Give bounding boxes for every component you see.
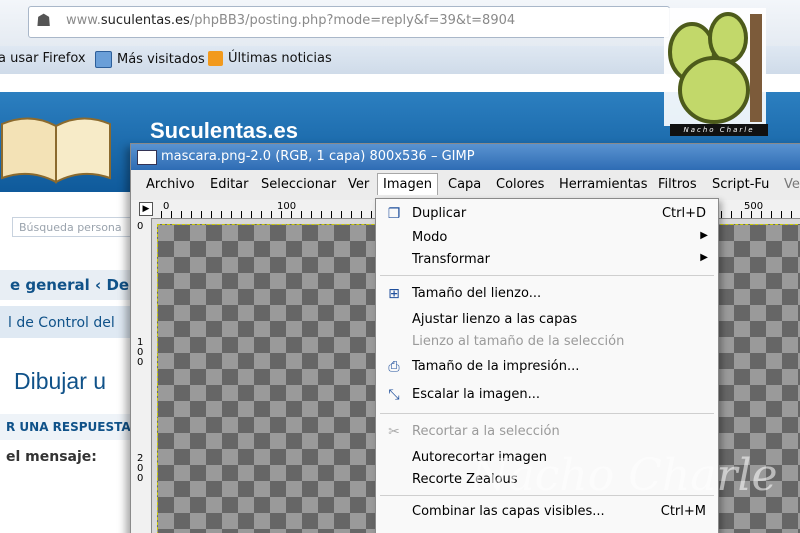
screenshot-root: ☗ www.suculentas.es/phpBB3/posting.php?m… bbox=[0, 0, 800, 533]
canvas-size-icon: ⊞ bbox=[388, 286, 400, 302]
site-favicon-icon: ☗ bbox=[36, 11, 52, 31]
submenu-arrow-icon: ▶ bbox=[700, 230, 708, 241]
menu-item-label: Lienzo al tamaño de la selección bbox=[412, 334, 625, 349]
ruler-label: 100 bbox=[277, 201, 297, 212]
menu-item-label: Combinar las capas visibles... bbox=[412, 504, 605, 519]
site-title[interactable]: Suculentas.es bbox=[150, 118, 298, 144]
menu-item-label: Tamaño de la impresión... bbox=[412, 359, 580, 374]
scale-image-icon: ⤡ bbox=[388, 387, 400, 403]
menu-editar[interactable]: Editar bbox=[210, 177, 249, 192]
menu-separator bbox=[380, 275, 714, 276]
rss-icon bbox=[208, 51, 223, 66]
menu-seleccionar[interactable]: Seleccionar bbox=[261, 177, 336, 192]
menu-capa[interactable]: Capa bbox=[448, 177, 481, 192]
bookmark-label: Más visitados bbox=[117, 52, 205, 67]
menu-ver[interactable]: Ver bbox=[348, 177, 369, 192]
menu-item-label: Transformar bbox=[412, 252, 490, 267]
site-control-panel-bar: l de Control del bbox=[0, 306, 130, 338]
post-reply-label: R UNA RESPUESTA bbox=[6, 420, 131, 434]
breadcrumb-link[interactable]: e general ‹ De bbox=[10, 276, 129, 294]
open-book-logo-icon bbox=[1, 117, 111, 184]
url-path: /phpBB3/posting.php?mode=reply&f=39&t=89… bbox=[189, 13, 516, 28]
logo-caption: Nacho Charle bbox=[670, 124, 768, 136]
message-label: el mensaje: bbox=[6, 449, 97, 465]
menu-separator bbox=[380, 413, 714, 414]
menu-herramientas[interactable]: Herramientas bbox=[559, 177, 648, 192]
watermark-text: Nacho Charle bbox=[470, 450, 778, 501]
print-size-icon: ⎙ bbox=[388, 359, 400, 375]
url-prefix: www. bbox=[66, 13, 101, 28]
topic-heading: Dibujar u bbox=[14, 368, 107, 394]
duplicate-icon: ❐ bbox=[387, 206, 401, 222]
menu-imagen[interactable]: Imagen bbox=[377, 173, 438, 195]
menu-item-shortcut: Ctrl+D bbox=[661, 206, 706, 221]
menu-item-label: Duplicar bbox=[412, 206, 467, 221]
bookmark-firefox[interactable]: a usar Firefox bbox=[0, 51, 86, 66]
menu-archivo[interactable]: Archivo bbox=[146, 177, 195, 192]
menu-item-ajustar-lienzo[interactable]: Ajustar lienzo a las capas bbox=[376, 309, 718, 331]
ruler-label: 0 bbox=[137, 221, 144, 232]
ruler-label: 1 0 0 bbox=[137, 337, 144, 368]
bookmark-label: a usar Firefox bbox=[0, 51, 86, 66]
ruler-label: 2 0 0 bbox=[137, 453, 144, 484]
menu-item-label: Modo bbox=[412, 230, 448, 245]
image-window-icon bbox=[137, 150, 157, 165]
site-search-input[interactable]: Búsqueda persona bbox=[12, 217, 132, 237]
url-domain: suculentas.es bbox=[100, 13, 190, 28]
gimp-menubar: Archivo Editar Seleccionar Ver Imagen Ca… bbox=[131, 170, 800, 201]
menu-item-label: Tamaño del lienzo... bbox=[412, 286, 542, 301]
gimp-titlebar[interactable]: mascara.png-2.0 (RGB, 1 capa) 800x536 – … bbox=[131, 144, 800, 170]
bookmark-most-visited[interactable]: Más visitados bbox=[95, 51, 205, 68]
menu-item-label: Recortar a la selección bbox=[412, 424, 560, 439]
menu-colores[interactable]: Colores bbox=[496, 177, 544, 192]
site-breadcrumb: e general ‹ De bbox=[0, 270, 130, 300]
menu-item-label: Escalar la imagen... bbox=[412, 387, 540, 402]
crop-icon: ✂ bbox=[388, 424, 400, 440]
menu-ventanas[interactable]: Ve bbox=[784, 177, 800, 192]
url-text[interactable]: www.suculentas.es/phpBB3/posting.php?mod… bbox=[66, 13, 515, 28]
submenu-arrow-icon: ▶ bbox=[700, 252, 708, 263]
menu-item-tamano-impresion[interactable]: ⎙ Tamaño de la impresión... bbox=[376, 356, 718, 378]
ruler-label: 500 bbox=[744, 201, 764, 212]
menu-script-fu[interactable]: Script-Fu bbox=[712, 177, 769, 192]
menu-item-modo[interactable]: Modo ▶ bbox=[376, 227, 718, 249]
cactus-logo-icon bbox=[664, 8, 766, 126]
menu-item-shortcut: Ctrl+M bbox=[660, 504, 706, 519]
menu-item-tamano-lienzo[interactable]: ⊞ Tamaño del lienzo... bbox=[376, 283, 718, 305]
bookmark-label: Últimas noticias bbox=[228, 51, 332, 66]
menu-item-transformar[interactable]: Transformar ▶ bbox=[376, 249, 718, 271]
post-reply-bar: R UNA RESPUESTA bbox=[0, 414, 131, 440]
menu-item-label: Ajustar lienzo a las capas bbox=[412, 312, 578, 327]
vertical-ruler[interactable]: 0 1 0 0 2 0 0 bbox=[131, 218, 152, 533]
bookmark-latest-news[interactable]: Últimas noticias bbox=[208, 51, 332, 66]
menu-item-combinar-capas[interactable]: Combinar las capas visibles... Ctrl+M bbox=[376, 501, 718, 523]
menu-item-duplicar[interactable]: ❐ Duplicar Ctrl+D bbox=[376, 203, 718, 225]
ruler-menu-icon[interactable]: ▶ bbox=[139, 202, 153, 216]
menu-filtros[interactable]: Filtros bbox=[658, 177, 697, 192]
menu-item-lienzo-seleccion: Lienzo al tamaño de la selección bbox=[376, 331, 718, 353]
menu-item-recortar-seleccion: ✂ Recortar a la selección bbox=[376, 421, 718, 443]
gimp-window-title: mascara.png-2.0 (RGB, 1 capa) 800x536 – … bbox=[161, 149, 475, 164]
ruler-label: 0 bbox=[163, 201, 170, 212]
menu-item-escalar[interactable]: ⤡ Escalar la imagen... bbox=[376, 384, 718, 406]
bookmark-page-icon bbox=[95, 51, 112, 68]
control-panel-link[interactable]: l de Control del bbox=[8, 315, 115, 331]
